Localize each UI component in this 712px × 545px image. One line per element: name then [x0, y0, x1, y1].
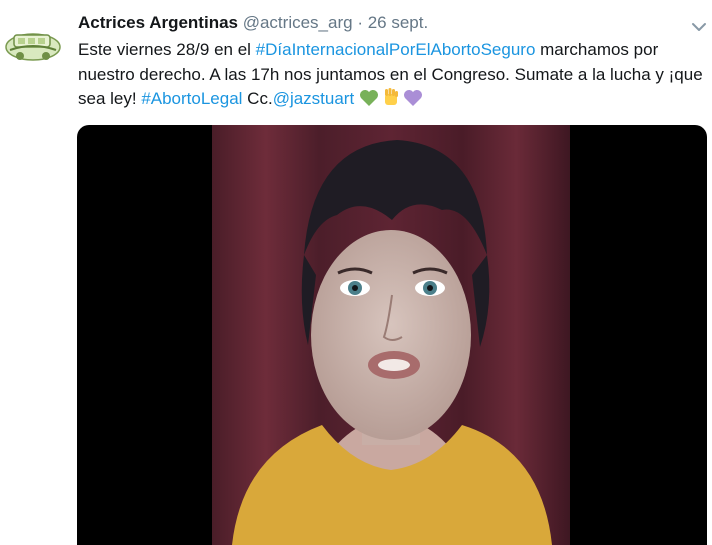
raised-fist-icon [381, 87, 401, 115]
mention-link[interactable]: @jazstuart [273, 89, 355, 108]
hashtag-link[interactable]: #DíaInternacionalPorElAbortoSeguro [256, 40, 536, 59]
timestamp[interactable]: 26 sept. [368, 13, 429, 32]
tweet-text-part: Cc. [242, 89, 273, 108]
tweet-header: Actrices Argentinas @actrices_arg · 26 s… [78, 12, 428, 34]
video-thumbnail [212, 125, 570, 545]
more-options-button[interactable] [690, 18, 708, 36]
avatar-logo-icon [4, 22, 62, 68]
video-player[interactable] [77, 125, 707, 545]
display-name[interactable]: Actrices Argentinas [78, 13, 238, 32]
purple-heart-icon [403, 89, 423, 115]
tweet-text-part: Este viernes 28/9 en el [78, 40, 256, 59]
video-frame [212, 125, 570, 545]
handle[interactable]: @actrices_arg [243, 13, 353, 32]
avatar[interactable] [4, 22, 62, 68]
chevron-down-icon [692, 23, 706, 31]
tweet-text: Este viernes 28/9 en el #DíaInternaciona… [78, 38, 708, 115]
separator: · [357, 13, 363, 32]
green-heart-icon [359, 89, 379, 115]
hashtag-link[interactable]: #AbortoLegal [141, 89, 242, 108]
